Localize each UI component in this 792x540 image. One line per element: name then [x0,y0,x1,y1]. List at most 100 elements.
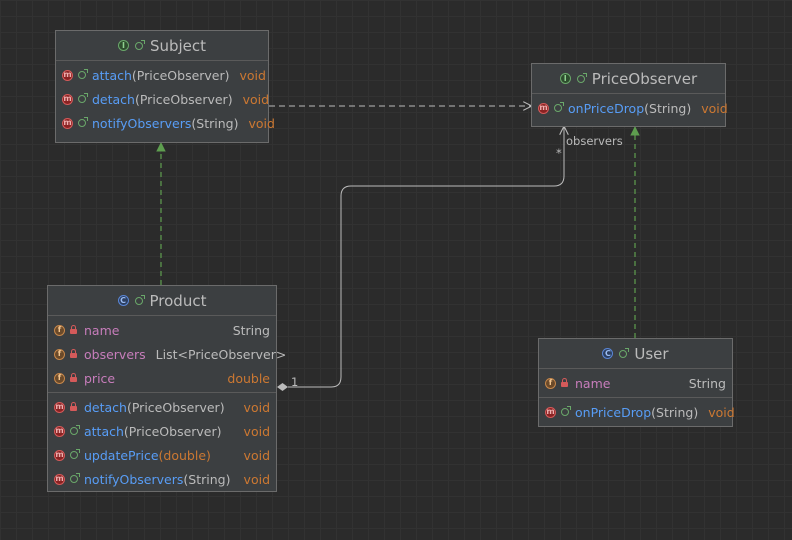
return-type: void [242,91,270,107]
method-row[interactable]: m attach (PriceObserver) void [48,419,276,443]
user-header: C User [539,339,732,369]
return-type: void [708,404,735,420]
method-row[interactable]: m notifyObservers (String) void [48,467,276,491]
product-header: C Product [48,286,276,316]
return-type: void [239,67,266,83]
method-params: (String) [191,115,239,131]
public-icon [134,294,145,305]
diagram-canvas: PriceObserver dependency --> observers *… [0,0,792,540]
field-icon: f [54,372,65,384]
return-type: void [248,115,275,131]
public-icon [561,406,571,416]
method-icon: m [62,93,73,105]
association-edge [288,127,564,388]
method-name: detach [92,91,135,107]
method-row[interactable]: m onPriceDrop (String) void [539,400,735,424]
method-name: detach [84,399,127,415]
field-row[interactable]: f observers List<PriceObserver> [48,342,286,366]
class-icon: C [602,348,614,359]
method-name: updatePrice [84,447,159,463]
method-params: (String) [644,100,692,116]
priceobserver-title: PriceObserver [591,69,698,88]
interface-icon: I [117,40,129,51]
return-type: void [243,423,270,439]
product-title: Product [149,291,207,310]
method-row[interactable]: m notifyObservers (String) void [56,111,275,135]
method-icon: m [62,117,73,129]
field-name: name [575,375,611,391]
public-icon [78,69,88,79]
field-icon: f [54,324,65,336]
field-name: name [84,322,120,338]
public-icon [70,425,80,435]
method-params: (String) [651,404,699,420]
method-icon: m [62,69,73,81]
method-name: notifyObservers [92,115,192,131]
return-type: void [243,471,270,487]
field-type: double [227,370,270,386]
association-source-multiplicity: 1 [291,375,299,389]
subject-title: Subject [149,36,207,55]
method-name: onPriceDrop [575,404,652,420]
public-icon [78,117,88,127]
method-params: (PriceObserver) [131,67,230,83]
method-row[interactable]: m updatePrice (double) void [48,443,276,467]
field-row[interactable]: f name String [539,371,732,395]
method-params: (PriceObserver) [123,423,222,439]
subject-methods: m attach (PriceObserver) void m detach (Pr… [56,61,275,137]
return-type: void [243,399,270,415]
method-row[interactable]: m attach (PriceObserver) void [56,63,268,87]
field-name: price [84,370,116,386]
method-name: onPriceDrop [568,100,645,116]
method-name: notifyObservers [84,471,184,487]
priceobserver-node[interactable]: I PriceObserver m onPriceDrop (String) vo… [531,63,728,127]
method-icon: m [538,102,549,114]
subject-node[interactable]: I Subject m attach (PriceObserver) void m… [55,30,275,143]
user-node[interactable]: C User f name String m onPriceDrop (Strin… [538,338,735,427]
user-fields: f name String [539,369,732,398]
field-name: observers [84,346,146,362]
private-lock-icon [70,325,77,334]
method-params: (PriceObserver) [134,91,233,107]
private-lock-icon [561,378,568,387]
priceobserver-methods: m onPriceDrop (String) void [532,94,728,122]
priceobserver-header: I PriceObserver [532,64,725,94]
class-icon: C [117,295,129,306]
method-name: attach [92,67,132,83]
public-icon [78,93,88,103]
method-icon: m [54,425,65,437]
method-name: attach [84,423,124,439]
method-row[interactable]: m detach (PriceObserver) void [56,87,270,111]
field-icon: f [545,377,556,389]
public-icon [70,449,80,459]
field-icon: f [54,348,65,360]
field-row[interactable]: f name String [48,318,276,342]
method-params: (PriceObserver) [126,399,225,415]
public-icon [619,347,630,358]
field-type: List<PriceObserver> [155,346,287,362]
product-node[interactable]: C Product f name String f observers List… [47,285,286,492]
method-icon: m [54,401,65,413]
public-icon [554,102,564,112]
method-params: (String) [183,471,231,487]
user-title: User [634,344,669,363]
method-row[interactable]: m detach (PriceObserver) void [48,395,276,419]
association-role-label: observers [566,134,623,148]
user-methods: m onPriceDrop (String) void [539,398,735,426]
return-type: void [701,100,728,116]
subject-header: I Subject [56,31,268,61]
aggregation-diamond [277,383,288,391]
method-icon: m [54,449,65,461]
method-icon: m [54,473,65,485]
method-row[interactable]: m onPriceDrop (String) void [532,96,728,120]
private-lock-icon [70,373,77,382]
private-lock-icon [70,402,77,411]
field-row[interactable]: f price double [48,366,276,390]
field-type: String [232,322,270,338]
method-params: (double) [158,447,211,463]
interface-icon: I [559,73,571,84]
public-icon [70,473,80,483]
public-icon [134,39,145,50]
association-target-multiplicity: * [556,146,562,160]
field-type: String [688,375,726,391]
